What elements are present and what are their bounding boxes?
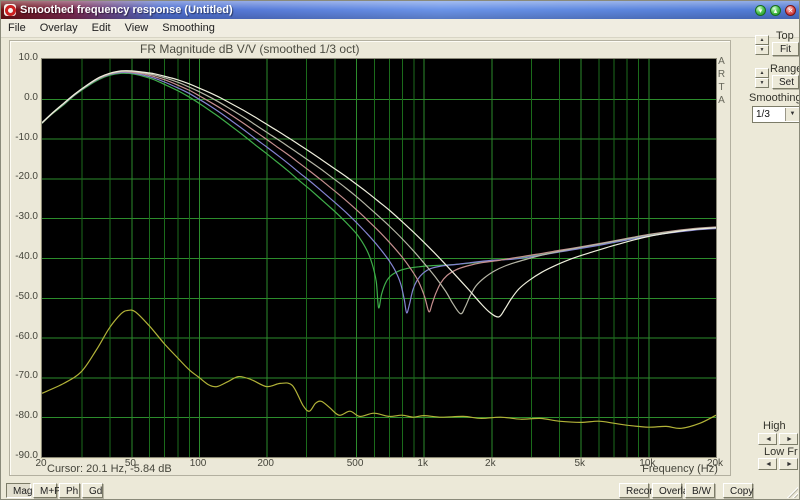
range-label: Range	[770, 63, 800, 75]
record-button[interactable]: Record	[619, 483, 658, 498]
fr-magnitude-chart[interactable]	[42, 59, 716, 457]
menu-edit[interactable]: Edit	[85, 20, 118, 36]
smoothing-label: Smoothing	[749, 92, 800, 104]
bw-button[interactable]: B/W	[685, 483, 715, 498]
series-response-notch-840	[42, 71, 716, 314]
menu-overlay[interactable]: Overlay	[33, 20, 85, 36]
m-plus-p-button[interactable]: M+P	[33, 483, 61, 498]
x-tick-label: 100	[189, 458, 207, 469]
y-tick-label: -70.0	[15, 370, 38, 382]
ph-button[interactable]: Ph	[59, 483, 80, 498]
y-tick-label: -20.0	[15, 171, 38, 183]
app-window: Smoothed frequency response (Untitled) ▾…	[0, 0, 800, 500]
fit-button[interactable]: Fit	[772, 42, 799, 56]
menu-smoothing[interactable]: Smoothing	[155, 20, 222, 36]
set-button[interactable]: Set	[772, 75, 799, 89]
y-tick-label: -80.0	[15, 410, 38, 422]
series-noise-floor	[42, 309, 716, 429]
window-title: Smoothed frequency response (Untitled)	[20, 4, 233, 16]
high-fr-left-icon[interactable]: ◄	[758, 433, 777, 445]
plot-area[interactable]	[41, 58, 717, 458]
resize-grip[interactable]	[785, 485, 798, 498]
y-tick-label: -60.0	[15, 330, 38, 342]
title-bar[interactable]: Smoothed frequency response (Untitled) ▾…	[1, 1, 799, 19]
y-tick-label: -50.0	[15, 290, 38, 302]
top-label: Top	[776, 30, 794, 42]
smoothing-dropdown[interactable]: 1/3 ▼	[752, 106, 799, 123]
low-fr-left-icon[interactable]: ◄	[758, 458, 777, 470]
range-down-icon[interactable]: ▼	[755, 78, 769, 88]
minimize-button[interactable]: ▾	[755, 4, 766, 16]
x-tick-label: 1k	[417, 458, 428, 469]
y-tick-label: -30.0	[15, 211, 38, 223]
chart-title: FR Magnitude dB V/V (smoothed 1/3 oct)	[140, 42, 360, 56]
series-response-notch-1060	[42, 70, 716, 313]
y-tick-label: -40.0	[15, 251, 38, 262]
top-down-icon[interactable]: ▼	[755, 45, 769, 55]
copy-button[interactable]: Copy	[723, 483, 753, 498]
menu-view[interactable]: View	[118, 20, 156, 36]
range-up-icon[interactable]: ▲	[755, 68, 769, 78]
series-response-notch-1480	[42, 70, 716, 315]
top-spinner: ▲ ▼	[755, 35, 769, 55]
overlay-button[interactable]: Overlay	[652, 483, 693, 498]
app-icon	[4, 4, 16, 16]
low-fr-label: Low Fr	[764, 446, 798, 458]
arta-logo-icon	[4, 4, 16, 16]
series-response-notch-630	[42, 72, 716, 309]
low-fr-right-icon[interactable]: ►	[779, 458, 798, 470]
graph-panel: FR Magnitude dB V/V (smoothed 1/3 oct) 1…	[9, 40, 731, 476]
arta-watermark: ARTA	[716, 56, 727, 108]
smoothing-value: 1/3	[756, 109, 770, 120]
cursor-readout: Cursor: 20.1 Hz, -5.84 dB	[47, 463, 172, 475]
x-tick-label: 200	[257, 458, 274, 469]
x-tick-label: 5k	[574, 458, 586, 469]
top-up-icon[interactable]: ▲	[755, 35, 769, 45]
gd-button[interactable]: Gd	[82, 483, 103, 498]
low-fr-controls: ◄ ►	[758, 458, 798, 470]
high-fr-right-icon[interactable]: ►	[779, 433, 798, 445]
high-fr-controls: ◄ ►	[758, 433, 798, 445]
range-spinner: ▲ ▼	[755, 68, 769, 88]
y-tick-label: 10.0	[18, 52, 38, 63]
menu-bar: File Overlay Edit View Smoothing	[1, 19, 799, 38]
mag-button[interactable]: Mag	[6, 483, 32, 498]
close-button[interactable]: ✕	[785, 4, 796, 16]
y-tick-label: 0.0	[24, 91, 38, 103]
series-response-notch-2200	[42, 70, 716, 318]
x-axis-title: Frequency (Hz)	[642, 463, 718, 475]
y-tick-label: -10.0	[15, 131, 38, 143]
maximize-button[interactable]: ▴	[770, 4, 781, 16]
chevron-down-icon[interactable]: ▼	[785, 108, 799, 121]
x-tick-label: 2k	[485, 458, 496, 469]
x-tick-label: 500	[346, 458, 364, 469]
menu-file[interactable]: File	[1, 20, 33, 36]
